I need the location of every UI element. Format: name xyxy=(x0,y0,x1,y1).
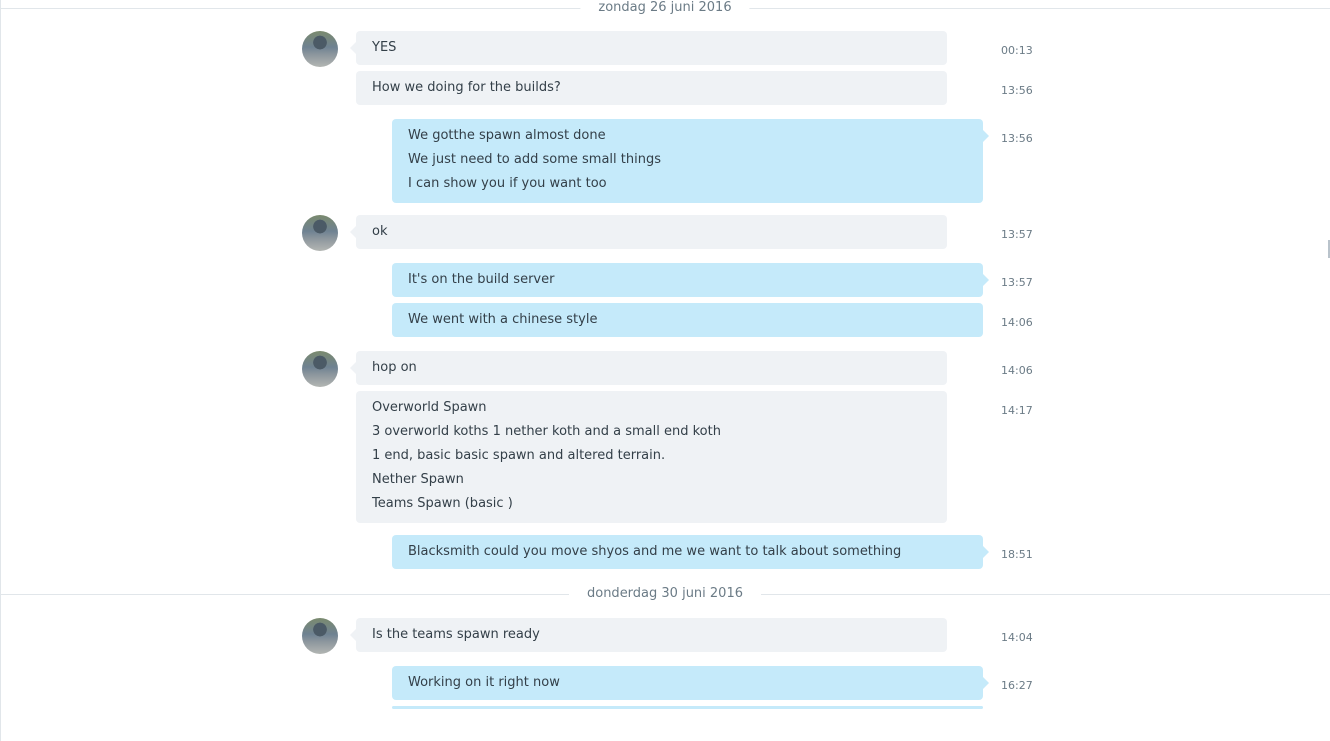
message-text: We gotthe spawn almost done xyxy=(408,128,606,143)
contact-avatar[interactable] xyxy=(302,618,338,654)
message-timestamp: 13:57 xyxy=(1001,228,1033,241)
incoming-message[interactable]: Is the teams spawn ready xyxy=(350,618,947,652)
message-timestamp: 14:06 xyxy=(1001,364,1033,377)
message-text: It's on the build server xyxy=(408,272,555,287)
contact-avatar[interactable] xyxy=(302,351,338,387)
conversation-left-border xyxy=(0,0,1,741)
message-timestamp: 14:04 xyxy=(1001,631,1033,644)
date-label: donderdag 30 juni 2016 xyxy=(568,586,762,601)
incoming-message[interactable]: hop on xyxy=(350,351,947,385)
message-timestamp: 00:13 xyxy=(1001,44,1033,57)
message-text: hop on xyxy=(372,360,417,375)
message-text: Nether Spawn xyxy=(372,472,464,487)
message-timestamp: 18:51 xyxy=(1001,548,1033,561)
incoming-message[interactable]: Overworld Spawn 3 overworld koths 1 neth… xyxy=(356,391,947,523)
message-text: We went with a chinese style xyxy=(408,312,598,327)
message-text: I can show you if you want too xyxy=(408,176,607,191)
message-timestamp: 14:06 xyxy=(1001,316,1033,329)
incoming-message[interactable]: How we doing for the builds? xyxy=(356,71,947,105)
contact-avatar[interactable] xyxy=(302,31,338,67)
date-separator: donderdag 30 juni 2016 xyxy=(0,585,1330,605)
outgoing-message[interactable] xyxy=(392,706,983,709)
date-label: zondag 26 juni 2016 xyxy=(580,0,750,15)
outgoing-message[interactable]: Blacksmith could you move shyos and me w… xyxy=(392,535,989,569)
message-text: Teams Spawn (basic ) xyxy=(372,496,513,511)
message-timestamp: 16:27 xyxy=(1001,679,1033,692)
message-text: 3 overworld koths 1 nether koth and a sm… xyxy=(372,424,721,439)
message-text: Is the teams spawn ready xyxy=(372,627,540,642)
outgoing-message[interactable]: It's on the build server xyxy=(392,263,989,297)
date-separator: zondag 26 juni 2016 xyxy=(0,0,1330,19)
message-text: 1 end, basic basic spawn and altered ter… xyxy=(372,448,666,463)
message-text: ok xyxy=(372,224,388,239)
incoming-message[interactable]: YES xyxy=(350,31,947,65)
incoming-message[interactable]: ok xyxy=(350,215,947,249)
message-text: Working on it right now xyxy=(408,675,560,690)
message-text: YES xyxy=(372,40,397,55)
contact-avatar[interactable] xyxy=(302,215,338,251)
message-text: Overworld Spawn xyxy=(372,400,487,415)
outgoing-message[interactable]: Working on it right now xyxy=(392,666,989,700)
message-timestamp: 13:57 xyxy=(1001,276,1033,289)
message-timestamp: 13:56 xyxy=(1001,84,1033,97)
outgoing-message[interactable]: We went with a chinese style xyxy=(392,303,983,337)
message-text: Blacksmith could you move shyos and me w… xyxy=(408,544,902,559)
message-text: How we doing for the builds? xyxy=(372,80,561,95)
outgoing-message[interactable]: We gotthe spawn almost done We just need… xyxy=(392,119,989,203)
message-timestamp: 13:56 xyxy=(1001,132,1033,145)
message-text: We just need to add some small things xyxy=(408,152,661,167)
message-timestamp: 14:17 xyxy=(1001,404,1033,417)
